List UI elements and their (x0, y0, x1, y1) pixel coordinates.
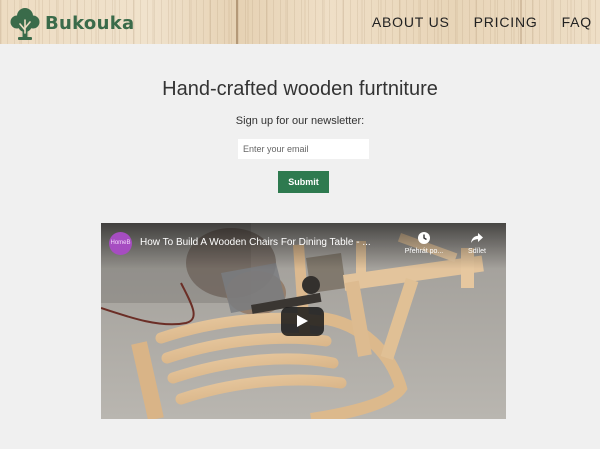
site-header: Bukouka ABOUT US PRICING FAQ (0, 0, 600, 44)
main-nav: ABOUT US PRICING FAQ (372, 0, 600, 44)
play-icon (297, 315, 308, 327)
share-button[interactable]: Sdílet (454, 231, 500, 255)
nav-faq[interactable]: FAQ (562, 14, 592, 30)
nav-pricing[interactable]: PRICING (474, 14, 538, 30)
nav-about-us[interactable]: ABOUT US (372, 14, 450, 30)
page-title: Hand-crafted wooden furtniture (162, 78, 438, 100)
newsletter-prompt: Sign up for our newsletter: (235, 115, 365, 127)
watch-later-label: Přehrát po... (404, 248, 444, 255)
email-field[interactable] (238, 139, 369, 159)
play-button[interactable] (281, 307, 324, 336)
clock-icon (401, 231, 447, 246)
logo[interactable]: Bukouka (10, 6, 134, 40)
video-player[interactable]: HomeB How To Build A Wooden Chairs For D… (101, 223, 506, 419)
watch-later-button[interactable]: Přehrát po... (401, 231, 447, 255)
tree-logo-icon (10, 8, 40, 40)
share-label: Sdílet (468, 248, 486, 255)
brand-name: Bukouka (45, 12, 135, 34)
submit-button[interactable]: Submit (278, 171, 329, 193)
wood-plank-divider (236, 0, 238, 44)
share-icon (454, 231, 500, 246)
video-title[interactable]: How To Build A Wooden Chairs For Dining … (140, 237, 400, 248)
channel-avatar[interactable]: HomeB (109, 232, 132, 255)
